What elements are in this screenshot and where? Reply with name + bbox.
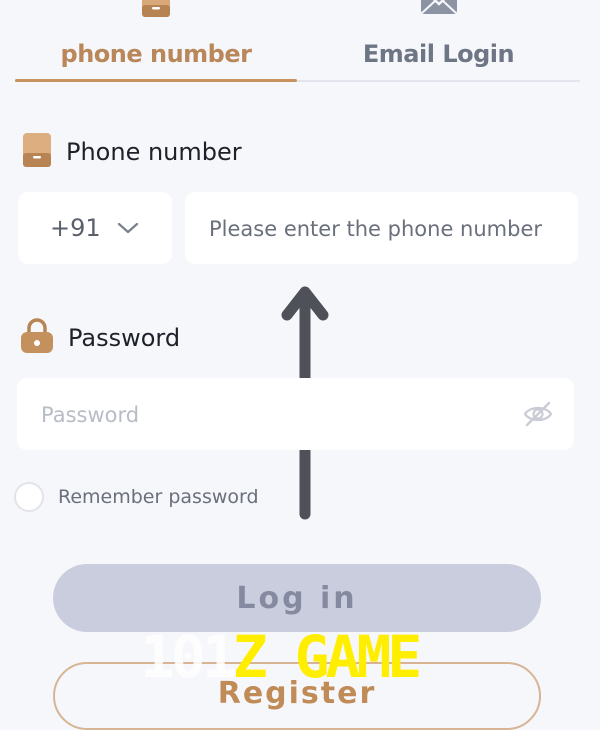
password-label: Password (68, 324, 181, 352)
remember-password-label: Remember password (58, 486, 259, 508)
login-tabs: phone number Email Login (0, 0, 600, 82)
tab-phone-number[interactable]: phone number (15, 0, 297, 82)
country-code-select[interactable]: +91 (18, 192, 172, 264)
password-input-container (17, 378, 574, 452)
active-tab-indicator (15, 79, 297, 82)
tab-phone-label: phone number (60, 40, 252, 68)
password-input[interactable] (39, 378, 513, 452)
tab-email-label: Email Login (362, 40, 515, 68)
phone-number-label: Phone number (66, 138, 242, 166)
phone-number-heading: Phone number (22, 132, 242, 172)
mail-icon (419, 0, 459, 24)
remember-password-toggle[interactable]: Remember password (14, 482, 259, 512)
remember-checkbox[interactable] (14, 482, 44, 512)
chevron-down-icon (117, 221, 139, 235)
phone-icon (141, 0, 171, 24)
phone-input-container (185, 192, 578, 266)
password-heading: Password (20, 318, 180, 358)
tab-email-login[interactable]: Email Login (297, 0, 580, 82)
watermark-part1: 101 (140, 623, 237, 691)
country-code-value: +91 (50, 214, 101, 242)
phone-icon (22, 132, 52, 172)
watermark: 101Z GAME (140, 622, 423, 692)
eye-off-icon[interactable] (522, 400, 554, 432)
lock-icon (20, 318, 54, 358)
watermark-part2: Z GAME (232, 623, 423, 691)
login-button-label: Log in (236, 580, 358, 616)
phone-number-input[interactable] (207, 192, 571, 266)
